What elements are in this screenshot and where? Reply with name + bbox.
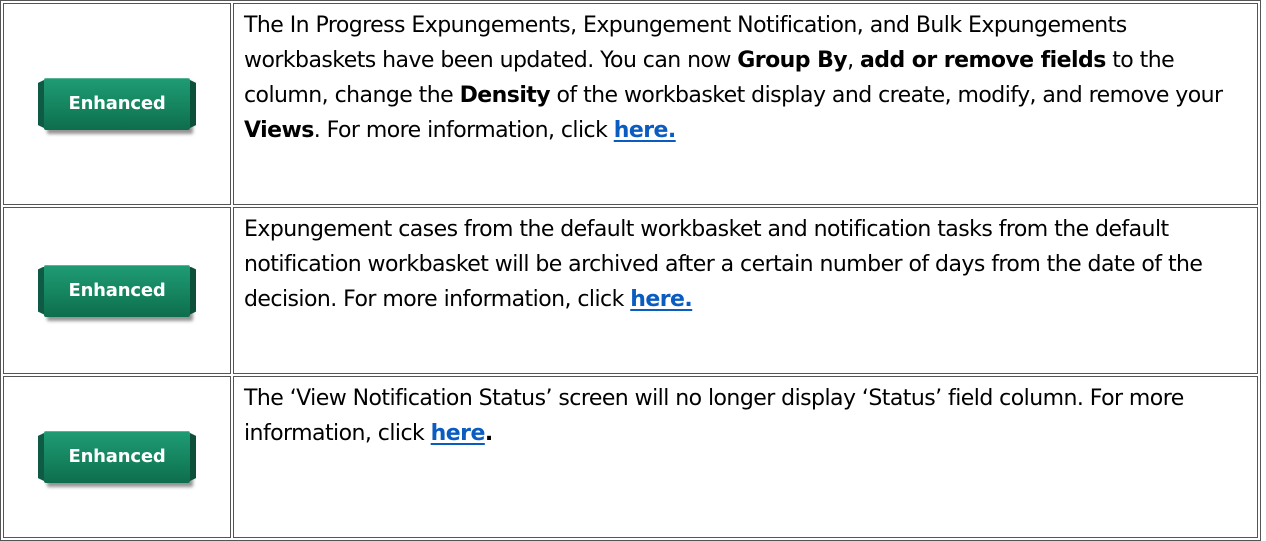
status-cell: Enhanced <box>3 376 231 538</box>
more-info-link[interactable]: here. <box>630 287 693 312</box>
status-cell: Enhanced <box>3 3 231 205</box>
views-term: Views <box>244 118 314 143</box>
density-term: Density <box>459 83 551 108</box>
trailing-period: . <box>484 421 493 446</box>
description-text: . For more information, click <box>313 118 614 143</box>
group-by-term: Group By <box>737 48 848 73</box>
description-cell: The In Progress Expungements, Expungemen… <box>233 3 1258 205</box>
description-cell: Expungement cases from the default workb… <box>233 207 1258 374</box>
table-row: Enhanced The ‘View Notification Status’ … <box>3 376 1258 538</box>
release-notes-table: Enhanced The In Progress Expungements, E… <box>0 0 1261 541</box>
enhanced-badge: Enhanced <box>44 78 190 130</box>
description-text: The ‘View Notification Status’ screen wi… <box>244 386 1184 446</box>
more-info-link[interactable]: here. <box>614 118 677 143</box>
table-row: Enhanced The In Progress Expungements, E… <box>3 3 1258 205</box>
add-remove-fields-term: add or remove fields <box>860 48 1106 73</box>
more-info-link[interactable]: here <box>431 421 486 446</box>
description-text: , <box>847 48 860 73</box>
table-row: Enhanced Expungement cases from the defa… <box>3 207 1258 374</box>
description-text: of the workbasket display and create, mo… <box>550 83 1224 108</box>
enhanced-badge: Enhanced <box>44 264 190 317</box>
description-cell: The ‘View Notification Status’ screen wi… <box>233 376 1258 538</box>
status-cell: Enhanced <box>3 207 231 374</box>
description-text: Expungement cases from the default workb… <box>244 217 1203 312</box>
enhanced-badge: Enhanced <box>44 431 190 483</box>
